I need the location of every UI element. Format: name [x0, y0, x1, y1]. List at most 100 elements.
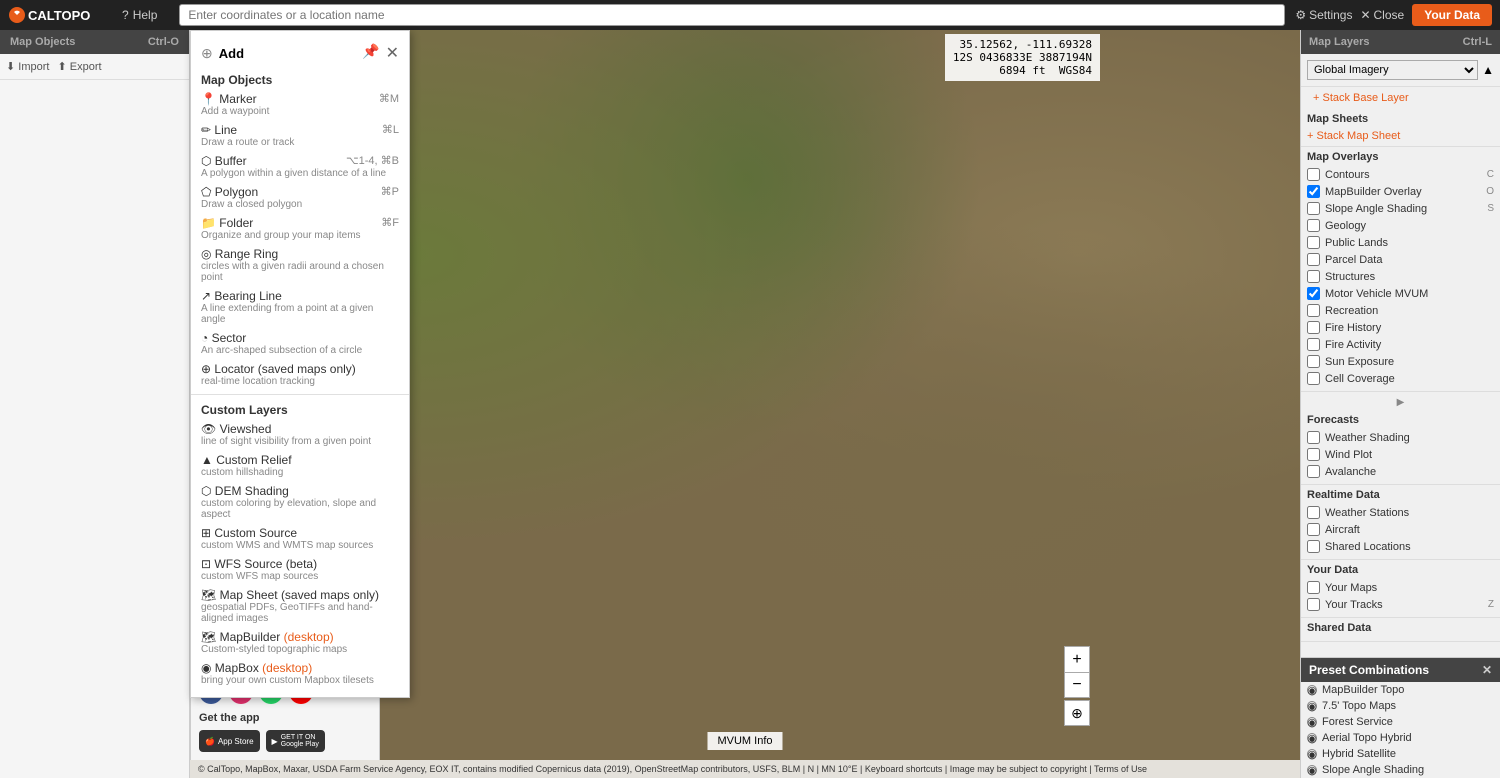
add-locator[interactable]: ⊕ Locator (saved maps only) real-time lo… — [191, 359, 409, 390]
map-overlays-section: Map Overlays Contours C MapBuilder Overl… — [1301, 147, 1500, 392]
overlay-slope[interactable]: Slope Angle Shading S — [1307, 200, 1494, 217]
overlay-mvum[interactable]: Motor Vehicle MVUM — [1307, 285, 1494, 302]
sun-checkbox[interactable] — [1307, 355, 1320, 368]
preset-75-topo[interactable]: ◉ 7.5' Topo Maps — [1301, 698, 1500, 714]
public-lands-checkbox[interactable] — [1307, 236, 1320, 249]
structures-checkbox[interactable] — [1307, 270, 1320, 283]
add-mapbuilder[interactable]: 🗺 MapBuilder (desktop) Custom-styled top… — [191, 627, 409, 658]
export-button[interactable]: ⬆ Export — [57, 60, 101, 73]
add-dem-shading[interactable]: ⬡ DEM Shading custom coloring by elevati… — [191, 481, 409, 523]
overlay-parcel-data[interactable]: Parcel Data — [1307, 251, 1494, 268]
stack-base-button[interactable]: + Stack Base Layer — [1307, 89, 1494, 107]
add-range-ring[interactable]: ◎ Range Ring circles with a given radii … — [191, 244, 409, 286]
search-box[interactable] — [179, 4, 1285, 26]
geology-checkbox[interactable] — [1307, 219, 1320, 232]
cell-checkbox[interactable] — [1307, 372, 1320, 385]
get-app-label: Get the app — [199, 712, 371, 724]
map-objects-shortcut: Ctrl-O — [148, 36, 179, 48]
zoom-in-button[interactable]: + — [1064, 646, 1090, 672]
mvum-info-button[interactable]: MVUM Info — [707, 732, 782, 750]
weather-checkbox[interactable] — [1307, 431, 1320, 444]
add-mapbox[interactable]: ◉ MapBox (desktop) bring your own custom… — [191, 658, 409, 689]
preset-radio-aerial: ◉ — [1307, 733, 1317, 743]
fire-history-checkbox[interactable] — [1307, 321, 1320, 334]
help-button[interactable]: ? Help — [110, 8, 169, 22]
add-viewshed[interactable]: 👁 Viewshed line of sight visibility from… — [191, 419, 409, 450]
overlay-fire-history[interactable]: Fire History — [1307, 319, 1494, 336]
realtime-weather-stations[interactable]: Weather Stations — [1307, 504, 1494, 521]
add-map-sheet[interactable]: 🗺 Map Sheet (saved maps only) geospatial… — [191, 585, 409, 627]
forecasts-title: Forecasts — [1307, 414, 1494, 426]
mapbuilder-checkbox[interactable] — [1307, 185, 1320, 198]
shared-data-section: Shared Data — [1301, 618, 1500, 642]
overlay-contours[interactable]: Contours C — [1307, 166, 1494, 183]
import-button[interactable]: ⬇ Import — [6, 60, 49, 73]
slope-checkbox[interactable] — [1307, 202, 1320, 215]
settings-button[interactable]: ⚙ Settings — [1295, 8, 1352, 22]
wind-checkbox[interactable] — [1307, 448, 1320, 461]
add-line[interactable]: ✏ Line⌘L Draw a route or track — [191, 120, 409, 151]
forecast-wind[interactable]: Wind Plot — [1307, 446, 1494, 463]
search-input[interactable] — [179, 4, 1285, 26]
add-marker[interactable]: 📍 Marker⌘M Add a waypoint — [191, 89, 409, 120]
zoom-out-button[interactable]: − — [1064, 672, 1090, 698]
help-icon: ? — [122, 8, 129, 22]
preset-hybrid-satellite[interactable]: ◉ Hybrid Satellite — [1301, 746, 1500, 762]
avalanche-checkbox[interactable] — [1307, 465, 1320, 478]
mvum-checkbox[interactable] — [1307, 287, 1320, 300]
preset-aerial-topo[interactable]: ◉ Aerial Topo Hybrid — [1301, 730, 1500, 746]
add-sector[interactable]: ◔ Sector An arc-shaped subsection of a c… — [191, 328, 409, 359]
google-play-badge[interactable]: ▶ GET IT ONGoogle Play — [266, 730, 325, 752]
your-maps[interactable]: Your Maps — [1307, 579, 1494, 596]
aircraft-checkbox[interactable] — [1307, 523, 1320, 536]
overlay-structures[interactable]: Structures — [1307, 268, 1494, 285]
preset-close-button[interactable]: ✕ — [1482, 663, 1492, 677]
utm-coords: 12S 0436833E 3887194N — [953, 51, 1092, 64]
fire-activity-checkbox[interactable] — [1307, 338, 1320, 351]
recreation-checkbox[interactable] — [1307, 304, 1320, 317]
pin-button[interactable]: 📌 — [362, 43, 379, 63]
weather-stations-checkbox[interactable] — [1307, 506, 1320, 519]
realtime-aircraft[interactable]: Aircraft — [1307, 521, 1494, 538]
forecast-weather[interactable]: Weather Shading — [1307, 429, 1494, 446]
add-popup-close-button[interactable]: ✕ — [386, 43, 399, 63]
your-maps-checkbox[interactable] — [1307, 581, 1320, 594]
preset-radio-mapbuilder: ◉ — [1307, 685, 1317, 695]
add-polygon[interactable]: ⬠ Polygon⌘P Draw a closed polygon — [191, 182, 409, 213]
close-button[interactable]: ✕ Close — [1360, 8, 1404, 22]
left-panel: Map Objects Ctrl-O ⬇ Import ⬆ Export — [0, 30, 190, 778]
overlay-mapbuilder[interactable]: MapBuilder Overlay O — [1307, 183, 1494, 200]
preset-slope-shading[interactable]: ◉ Slope Angle Shading — [1301, 762, 1500, 778]
parcel-checkbox[interactable] — [1307, 253, 1320, 266]
overlay-public-lands[interactable]: Public Lands — [1307, 234, 1494, 251]
shared-locations-checkbox[interactable] — [1307, 540, 1320, 553]
forecast-avalanche[interactable]: Avalanche — [1307, 463, 1494, 480]
collapse-arrow[interactable]: ▶ — [1393, 395, 1409, 410]
add-custom-source[interactable]: ⊞ Custom Source custom WMS and WMTS map … — [191, 523, 409, 554]
realtime-shared-locations[interactable]: Shared Locations — [1307, 538, 1494, 555]
base-layer-select[interactable]: Global Imagery — [1307, 60, 1478, 80]
add-wfs-source[interactable]: ⊡ WFS Source (beta) custom WFS map sourc… — [191, 554, 409, 585]
overlay-geology[interactable]: Geology — [1307, 217, 1494, 234]
your-data-button[interactable]: Your Data — [1412, 4, 1492, 26]
overlay-sun-exposure[interactable]: Sun Exposure — [1307, 353, 1494, 370]
locate-button[interactable]: ⊕ — [1064, 700, 1090, 726]
add-folder[interactable]: 📁 Folder⌘F Organize and group your map i… — [191, 213, 409, 244]
add-buffer[interactable]: ⬡ Buffer⌥1-4, ⌘B A polygon within a give… — [191, 151, 409, 182]
your-tracks-checkbox[interactable] — [1307, 598, 1320, 611]
stack-sheet-button[interactable]: + Stack Map Sheet — [1307, 130, 1400, 142]
overlay-cell-coverage[interactable]: Cell Coverage — [1307, 370, 1494, 387]
add-custom-relief[interactable]: ▲ Custom Relief custom hillshading — [191, 450, 409, 481]
app-store-badge[interactable]: 🍎 App Store — [199, 730, 260, 752]
preset-forest-service[interactable]: ◉ Forest Service — [1301, 714, 1500, 730]
your-tracks[interactable]: Your Tracks Z — [1307, 596, 1494, 613]
logo[interactable]: CALTOPO — [0, 0, 110, 30]
map-layers-title: Map Layers — [1309, 36, 1370, 48]
preset-mapbuilder-topo[interactable]: ◉ MapBuilder Topo — [1301, 682, 1500, 698]
contours-checkbox[interactable] — [1307, 168, 1320, 181]
overlay-fire-activity[interactable]: Fire Activity — [1307, 336, 1494, 353]
base-layer-row: Global Imagery ▲ — [1301, 54, 1500, 87]
map-sheets-section: Map Sheets + Stack Map Sheet — [1301, 109, 1500, 147]
overlay-recreation[interactable]: Recreation — [1307, 302, 1494, 319]
add-bearing-line[interactable]: ↗ Bearing Line A line extending from a p… — [191, 286, 409, 328]
